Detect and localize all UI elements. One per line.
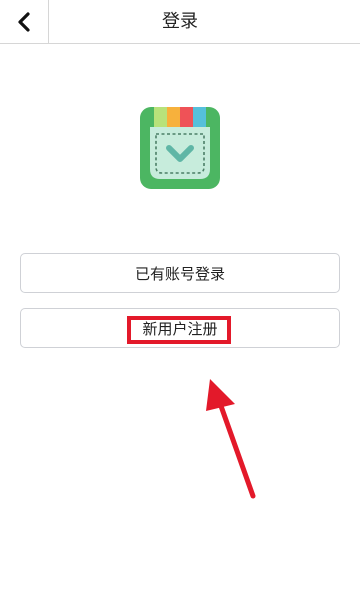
back-button[interactable] — [0, 0, 49, 43]
app-logo-icon — [140, 107, 220, 189]
login-existing-account-label: 已有账号登录 — [134, 264, 225, 283]
register-new-user-label: 新用户注册 — [142, 319, 218, 338]
annotation-arrow-icon — [206, 379, 256, 499]
page-title: 登录 — [162, 11, 198, 32]
nav-bar: 登录 — [0, 0, 360, 44]
login-existing-account-button[interactable]: 已有账号登录 — [20, 253, 340, 293]
register-new-user-button[interactable]: 新用户注册 — [20, 308, 340, 348]
chevron-left-icon — [18, 11, 30, 32]
